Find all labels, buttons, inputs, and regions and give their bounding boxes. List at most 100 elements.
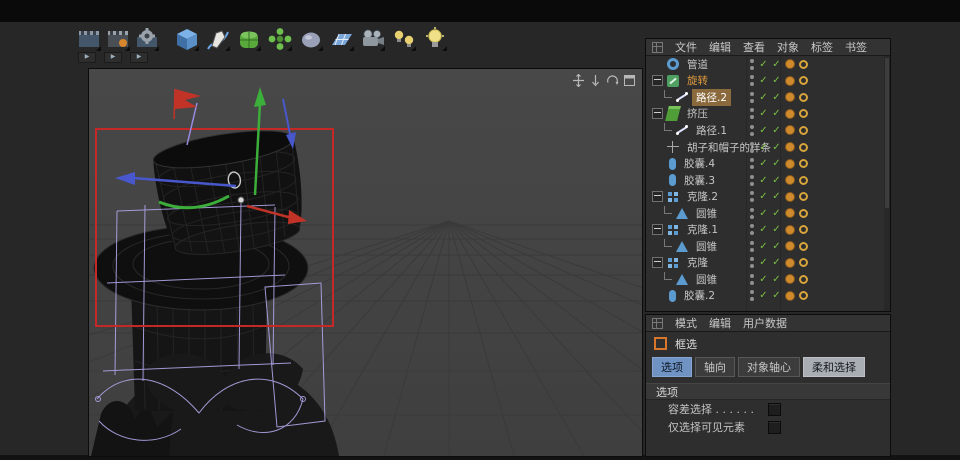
red-flag-handle[interactable]	[175, 89, 201, 109]
visibility-dots-icon[interactable]	[749, 174, 755, 186]
visibility-dots-icon[interactable]	[749, 124, 755, 136]
object-manager-scrollbar[interactable]	[884, 56, 890, 311]
material-tag-icon[interactable]	[785, 92, 795, 103]
object-name[interactable]: 克隆.1	[683, 221, 722, 238]
object-row-path1[interactable]: 路径.1	[646, 122, 884, 139]
generator-check-icon[interactable]	[772, 158, 781, 169]
render-sub-icon[interactable]: ▶	[104, 52, 122, 63]
tag-icon[interactable]	[799, 109, 808, 119]
generator-check-icon[interactable]	[772, 108, 781, 119]
options-section-header[interactable]: 选项	[646, 383, 890, 400]
tag-icon[interactable]	[799, 59, 808, 69]
dolly-icon[interactable]	[589, 72, 602, 87]
visibility-dots-icon[interactable]	[749, 207, 755, 219]
generator-check-icon[interactable]	[772, 75, 781, 86]
enabled-check-icon[interactable]	[759, 59, 768, 70]
object-row-cloner2[interactable]: 克隆.2	[646, 188, 884, 205]
object-name[interactable]: 挤压	[683, 105, 712, 122]
render-sub-icon[interactable]: ▶	[78, 52, 96, 63]
menu-objects[interactable]: 对象	[777, 39, 799, 55]
object-row-cone[interactable]: 圆锥	[646, 238, 884, 255]
array-icon[interactable]	[267, 26, 293, 52]
tag-icon[interactable]	[799, 192, 808, 202]
floor-icon[interactable]	[329, 26, 355, 52]
generator-check-icon[interactable]	[772, 191, 781, 202]
tag-icon[interactable]	[799, 76, 808, 86]
gizmo-center-handle[interactable]	[237, 196, 245, 204]
scrollbar-thumb[interactable]	[885, 58, 889, 208]
render-view-icon[interactable]	[76, 26, 102, 52]
edit-render-settings-icon[interactable]	[134, 26, 160, 52]
toggle-view-icon[interactable]	[623, 72, 636, 86]
visibility-dots-icon[interactable]	[749, 158, 755, 170]
object-name[interactable]: 胶囊.3	[680, 172, 719, 189]
enabled-check-icon[interactable]	[759, 224, 768, 235]
enabled-check-icon[interactable]	[759, 274, 768, 285]
object-name[interactable]: 圆锥	[692, 205, 721, 222]
menu-edit[interactable]: 编辑	[709, 39, 731, 55]
y-axis-arrowhead[interactable]	[254, 87, 266, 107]
tag-icon[interactable]	[799, 241, 808, 251]
menu-bookmarks[interactable]: 书签	[845, 39, 867, 55]
object-name[interactable]: 路径.1	[692, 122, 731, 139]
visibility-dots-icon[interactable]	[749, 91, 755, 103]
object-row-capsule3[interactable]: 胶囊.3	[646, 172, 884, 189]
generator-check-icon[interactable]	[772, 59, 781, 70]
cube-primitive-icon[interactable]	[174, 26, 200, 52]
visibility-dots-icon[interactable]	[749, 75, 755, 87]
material-tag-icon[interactable]	[785, 274, 795, 285]
enabled-check-icon[interactable]	[759, 290, 768, 301]
generator-check-icon[interactable]	[772, 274, 781, 285]
visibility-dots-icon[interactable]	[749, 290, 755, 302]
enabled-check-icon[interactable]	[759, 142, 768, 153]
orbit-icon[interactable]	[606, 72, 619, 85]
object-name[interactable]: 圆锥	[692, 271, 721, 288]
pan-icon[interactable]	[572, 72, 585, 88]
generator-check-icon[interactable]	[772, 290, 781, 301]
hat-model[interactable]	[91, 123, 339, 456]
perspective-viewport[interactable]	[88, 68, 643, 457]
render-sub-icon[interactable]: ▶	[130, 52, 148, 63]
tag-icon[interactable]	[799, 258, 808, 268]
object-row-extrude[interactable]: 挤压	[646, 106, 884, 123]
material-tag-icon[interactable]	[785, 125, 795, 136]
tag-icon[interactable]	[799, 291, 808, 301]
object-name[interactable]: 胶囊.2	[680, 287, 719, 304]
menu-user-data[interactable]: 用户数据	[743, 315, 787, 331]
visibility-dots-icon[interactable]	[749, 58, 755, 70]
tag-icon[interactable]	[799, 175, 808, 185]
object-name[interactable]: 管道	[683, 56, 712, 73]
enabled-check-icon[interactable]	[759, 75, 768, 86]
enabled-check-icon[interactable]	[759, 241, 768, 252]
render-to-picture-viewer-icon[interactable]	[105, 26, 131, 52]
object-row-cloner1[interactable]: 克隆.1	[646, 221, 884, 238]
object-row-cone[interactable]: 圆锥	[646, 205, 884, 222]
menu-file[interactable]: 文件	[675, 39, 697, 55]
enabled-check-icon[interactable]	[759, 257, 768, 268]
tab-axis[interactable]: 轴向	[695, 357, 735, 377]
material-tag-icon[interactable]	[785, 208, 795, 219]
object-name[interactable]: 克隆.2	[683, 188, 722, 205]
gizmo-purple-handle[interactable]	[186, 102, 198, 146]
object-name[interactable]: 胶囊.4	[680, 155, 719, 172]
object-name[interactable]: 克隆	[683, 254, 712, 271]
material-tag-icon[interactable]	[785, 290, 795, 301]
generator-check-icon[interactable]	[772, 224, 781, 235]
generator-check-icon[interactable]	[772, 257, 781, 268]
visible-only-checkbox[interactable]	[768, 420, 781, 434]
generator-check-icon[interactable]	[772, 125, 781, 136]
object-name[interactable]: 路径.2	[692, 88, 732, 106]
material-tag-icon[interactable]	[785, 158, 795, 169]
object-name[interactable]: 旋转	[683, 72, 712, 89]
generator-check-icon[interactable]	[772, 241, 781, 252]
object-row-capsule4[interactable]: 胶囊.4	[646, 155, 884, 172]
tolerance-select-checkbox[interactable]	[768, 402, 781, 416]
enabled-check-icon[interactable]	[759, 208, 768, 219]
enabled-check-icon[interactable]	[759, 125, 768, 136]
object-row-capsule2[interactable]: 胶囊.2	[646, 288, 884, 305]
material-tag-icon[interactable]	[785, 108, 795, 119]
object-row-cone[interactable]: 圆锥	[646, 271, 884, 288]
panel-grid-icon[interactable]	[652, 317, 663, 329]
deformer-icon[interactable]	[298, 26, 324, 52]
visibility-dots-icon[interactable]	[749, 191, 755, 203]
